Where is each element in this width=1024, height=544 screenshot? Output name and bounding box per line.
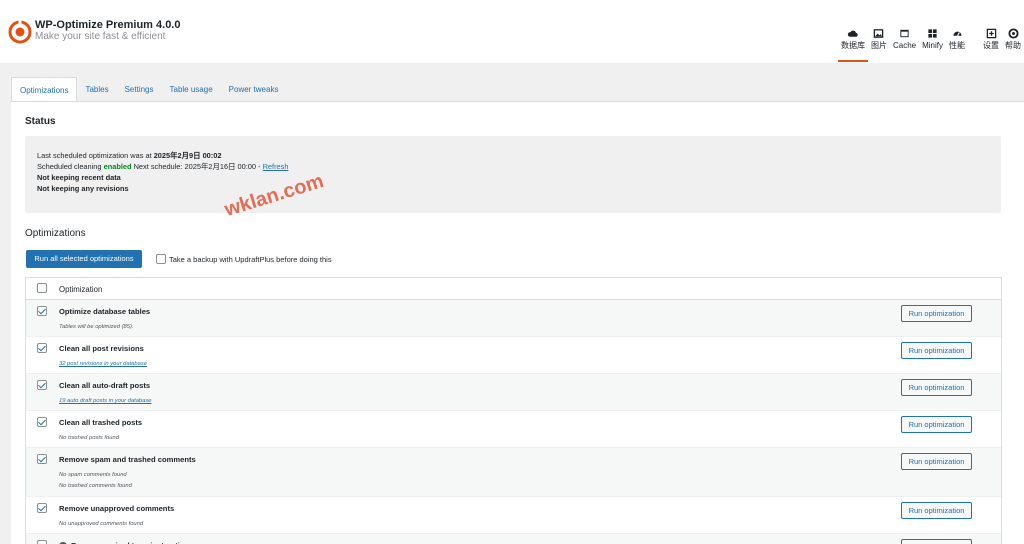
plugin-header: WP-Optimize Premium 4.0.0 Make your site… xyxy=(0,0,1024,63)
optimization-title: Clean all auto-draft posts xyxy=(59,381,151,390)
last-optimization-prefix: Last scheduled optimization was at xyxy=(37,151,152,160)
optimization-checkbox[interactable] xyxy=(37,454,47,464)
optimizations-heading: Optimizations xyxy=(25,228,86,239)
run-optimization-button[interactable]: Run optimization xyxy=(901,305,972,322)
topnav-performance[interactable]: 性能 xyxy=(946,28,968,63)
table-header: Optimization xyxy=(26,278,1001,300)
tab-power-tweaks[interactable]: Power tweaks xyxy=(221,77,287,101)
optimization-detail-link[interactable]: 32 post revisions in your database xyxy=(59,361,147,367)
optimization-checkbox[interactable] xyxy=(37,540,47,544)
run-optimization-button[interactable]: Run optimization xyxy=(901,453,972,470)
optimization-detail: Tables will be optimized (85). xyxy=(59,324,134,330)
optimization-row: Clean all post revisions 32 post revision… xyxy=(26,337,1001,374)
topnav-database[interactable]: 数据库 xyxy=(837,28,868,63)
settings-icon xyxy=(986,28,996,39)
status-box: Last scheduled optimization was at 2025年… xyxy=(25,136,1001,213)
topnav-cache[interactable]: Cache xyxy=(890,28,919,63)
optimization-checkbox[interactable] xyxy=(37,343,47,353)
scheduled-cleaning-line: Scheduled cleaning enabled Next schedule… xyxy=(37,161,288,172)
minify-grid-icon xyxy=(928,29,937,38)
run-optimization-button[interactable]: Run optimization xyxy=(901,416,972,433)
plugin-tagline: Make your site fast & efficient xyxy=(35,31,166,42)
cache-icon xyxy=(900,29,909,38)
scheduled-cleaning-prefix: Scheduled cleaning xyxy=(37,162,102,171)
optimization-title: Remove spam and trashed comments xyxy=(59,455,196,464)
speedometer-icon xyxy=(952,31,962,37)
topnav-minify-label: Minify xyxy=(922,41,943,50)
top-navigation: 数据库 图片 Cache Minify 性能 设置 帮助 xyxy=(837,28,1024,63)
select-all-checkbox[interactable] xyxy=(37,283,47,293)
backup-checkbox[interactable] xyxy=(156,254,166,264)
topnav-images-label: 图片 xyxy=(870,41,887,50)
last-optimization-line: Last scheduled optimization was at 2025年… xyxy=(37,150,221,161)
topnav-settings-label: 设置 xyxy=(983,41,999,50)
topnav-database-label: 数据库 xyxy=(840,41,865,50)
revisions-status: Not keeping any revisions xyxy=(37,184,129,193)
optimization-title: Remove unapproved comments xyxy=(59,504,175,513)
refresh-link[interactable]: Refresh xyxy=(263,162,289,171)
optimization-row: Remove unapproved comments No unapproved … xyxy=(26,497,1001,534)
optimization-row: Remove expired transient optionsRun opti… xyxy=(26,534,1001,544)
plugin-title: WP-Optimize Premium 4.0.0 xyxy=(35,19,181,31)
tab-settings[interactable]: Settings xyxy=(117,77,162,101)
run-optimization-button[interactable]: Run optimization xyxy=(901,539,972,544)
image-icon xyxy=(874,29,884,38)
optimization-column-header: Optimization xyxy=(59,285,103,294)
optimization-row: Clean all trashed posts No trashed posts … xyxy=(26,411,1001,448)
next-schedule-text: Next schedule: 2025年2月16日 00:00 - xyxy=(133,162,261,171)
run-all-optimizations-button[interactable]: Run all selected optimizations xyxy=(26,250,142,268)
optimization-row: Remove spam and trashed comments No spam … xyxy=(26,448,1001,497)
recent-data-status: Not keeping recent data xyxy=(37,173,121,182)
backup-label: Take a backup with UpdraftPlus before do… xyxy=(169,255,332,264)
tab-optimizations[interactable]: Optimizations xyxy=(11,77,78,101)
optimization-title: Clean all post revisions xyxy=(59,344,144,353)
revisions-text: Not keeping any revisions xyxy=(37,184,129,193)
optimization-row: Optimize database tables Tables will be o… xyxy=(26,300,1001,337)
optimization-detail: No trashed comments found xyxy=(59,483,132,489)
optimization-checkbox[interactable] xyxy=(37,306,47,316)
recent-data-text: Not keeping recent data xyxy=(37,173,121,182)
tab-tables[interactable]: Tables xyxy=(77,77,116,101)
tab-table-usage[interactable]: Table usage xyxy=(162,77,221,101)
topnav-settings[interactable]: 设置 xyxy=(980,28,1002,63)
optimizations-panel: Status Last scheduled optimization was a… xyxy=(11,101,1024,544)
topnav-help[interactable]: 帮助 xyxy=(1002,28,1024,63)
optimizations-table: Optimization Optimize database tables Tab… xyxy=(25,277,1002,544)
optimization-title: Optimize database tables xyxy=(59,307,151,316)
last-optimization-value: 2025年2月9日 00:02 xyxy=(153,151,222,160)
optimization-detail: No spam comments found xyxy=(59,472,127,478)
section-tabs: Optimizations Tables Settings Table usag… xyxy=(11,77,286,101)
run-optimization-button[interactable]: Run optimization xyxy=(901,502,972,519)
topnav-help-label: 帮助 xyxy=(1005,41,1021,50)
topnav-minify[interactable]: Minify xyxy=(919,28,946,63)
database-cloud-icon xyxy=(848,30,859,37)
optimization-checkbox[interactable] xyxy=(37,417,47,427)
status-heading: Status xyxy=(25,116,56,127)
topnav-performance-label: 性能 xyxy=(949,41,965,50)
optimization-detail: No trashed posts found xyxy=(59,435,119,441)
run-optimization-button[interactable]: Run optimization xyxy=(901,342,972,359)
optimization-title: Clean all trashed posts xyxy=(59,418,143,427)
help-lifebuoy-icon xyxy=(1007,28,1019,39)
topnav-cache-label: Cache xyxy=(892,41,917,50)
optimization-detail-link[interactable]: 19 auto draft posts in your database xyxy=(59,398,152,404)
run-optimization-button[interactable]: Run optimization xyxy=(901,379,972,396)
topnav-images[interactable]: 图片 xyxy=(868,28,890,63)
wp-optimize-logo-icon xyxy=(8,20,32,44)
optimization-row: Clean all auto-draft posts 19 auto draft … xyxy=(26,374,1001,411)
optimization-checkbox[interactable] xyxy=(37,380,47,390)
optimization-checkbox[interactable] xyxy=(37,503,47,513)
scheduled-cleaning-state: enabled xyxy=(103,162,132,171)
optimization-detail: No unapproved comments found xyxy=(59,521,144,527)
